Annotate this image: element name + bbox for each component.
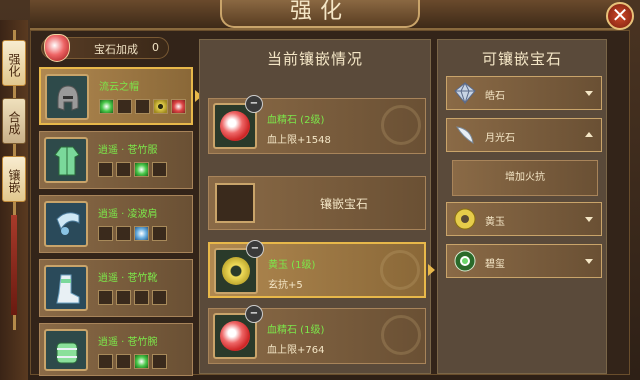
gem-dropdown-moonstone[interactable]: 月光石 — [446, 118, 602, 152]
available-gems-title: 可镶嵌宝石 — [481, 50, 562, 68]
robe-icon — [44, 137, 88, 183]
tassel-decoration — [11, 215, 17, 315]
slot-icon — [98, 354, 113, 369]
gem-dropdown-tourmaline[interactable]: 碧玺 — [446, 244, 602, 278]
slot-icon — [171, 99, 186, 114]
slot-icon — [134, 354, 149, 369]
chevron-down-icon — [585, 217, 593, 222]
gem-name: 黄玉 (1级) — [268, 260, 316, 271]
gem-dropdown-label: 黄玉 — [485, 217, 505, 228]
slot-icon — [152, 290, 167, 305]
gem-name: 血精石 (2级) — [267, 115, 325, 126]
remove-gem-button[interactable]: − — [245, 95, 263, 113]
inlay-slot-4[interactable]: − 血精石 (1级) 血上限+764 — [208, 305, 426, 364]
bracer-icon — [44, 329, 88, 371]
swirl-decoration — [380, 250, 420, 290]
swirl-decoration — [381, 105, 421, 145]
empty-slot-icon — [215, 183, 255, 223]
slot-icon — [134, 162, 149, 177]
moonstone-option-fire-resist[interactable]: 增加火抗 — [452, 160, 598, 196]
slot-icon — [98, 162, 113, 177]
moonstone-icon — [456, 126, 474, 144]
slot-icon — [135, 99, 150, 114]
gem-bonus-label: 宝石加成 — [94, 43, 138, 56]
gem-stat: 玄抗+5 — [268, 280, 303, 291]
chevron-down-icon — [585, 259, 593, 264]
slot-icon — [98, 226, 113, 241]
available-gems-panel: 可镶嵌宝石 皓石 月光石 增加火抗 黄玉 碧玺 — [437, 39, 607, 374]
tab-combine[interactable]: 合成 — [2, 98, 26, 144]
gem-stat: 血上限+1548 — [267, 135, 331, 146]
equip-item-shoulder[interactable]: 逍遥 · 凌波肩 — [39, 195, 193, 253]
close-button[interactable]: ✕ — [606, 2, 634, 30]
tab-inlay[interactable]: 镶嵌 — [2, 156, 26, 202]
gem-shape — [220, 321, 250, 351]
gem-dropdown-label: 碧玺 — [485, 259, 505, 270]
chevron-down-icon — [585, 91, 593, 96]
remove-gem-button[interactable]: − — [246, 240, 264, 258]
current-inlay-panel: 当前镶嵌情况 − 血精石 (2级) 血上限+1548 镶嵌宝石 − 黄玉 (1级… — [199, 39, 435, 374]
slot-icon — [116, 354, 131, 369]
tourmaline-icon — [454, 250, 476, 272]
equip-name: 逍遥 · 苍竹腕 — [98, 337, 158, 348]
slot-icon — [98, 290, 113, 305]
equip-name: 逍遥 · 苍竹靴 — [98, 273, 158, 284]
equip-item-robe[interactable]: 逍遥 · 苍竹服 — [39, 131, 193, 189]
swirl-decoration — [381, 315, 421, 355]
current-inlay-title: 当前镶嵌情况 — [266, 50, 363, 68]
equip-item-hat[interactable]: 流云之帽 — [39, 67, 193, 125]
shoulder-icon — [44, 201, 88, 247]
gem-shape — [222, 257, 250, 285]
title-plate: 强化 — [220, 0, 420, 28]
inlay-slot-3[interactable]: − 黄玉 (1级) 玄抗+5 — [208, 240, 426, 298]
gem-name: 血精石 (1级) — [267, 325, 325, 336]
slot-icon — [116, 226, 131, 241]
ruby-icon — [44, 34, 70, 62]
boots-icon — [44, 265, 88, 311]
equip-item-bracer[interactable]: 逍遥 · 苍竹腕 — [39, 323, 193, 376]
inlay-gem-label: 镶嵌宝石 — [319, 197, 368, 211]
gem-dropdown-haoshi[interactable]: 皓石 — [446, 76, 602, 110]
remove-gem-button[interactable]: − — [245, 305, 263, 323]
gem-bonus-value: 0 — [152, 41, 159, 54]
gem-stat: 血上限+764 — [267, 345, 325, 356]
gem-dropdown-topaz[interactable]: 黄玉 — [446, 202, 602, 236]
slot-icon — [116, 162, 131, 177]
jade-ring-icon — [454, 208, 476, 230]
slot-icon — [116, 290, 131, 305]
chevron-up-icon — [585, 132, 593, 137]
selected-arrow-icon — [428, 264, 435, 276]
equip-slots — [98, 290, 167, 305]
main-panel: 宝石加成 0 流云之帽 逍遥 · 苍竹服 逍遥 · 凌波肩 逍遥 · 苍竹靴 逍… — [30, 30, 630, 376]
slot-icon — [134, 226, 149, 241]
gem-dropdown-label: 月光石 — [485, 133, 515, 144]
inlay-slot-1[interactable]: − 血精石 (2级) 血上限+1548 — [208, 95, 426, 154]
slot-icon — [152, 354, 167, 369]
equip-name: 逍遥 · 凌波肩 — [98, 209, 158, 220]
equip-item-boots[interactable]: 逍遥 · 苍竹靴 — [39, 259, 193, 317]
slot-icon — [134, 290, 149, 305]
slot-icon — [99, 99, 114, 114]
equip-name: 逍遥 · 苍竹服 — [98, 145, 158, 156]
gem-dropdown-label: 皓石 — [485, 91, 505, 102]
gem-bonus-bar: 宝石加成 0 — [41, 34, 169, 62]
equipment-list: 宝石加成 0 流云之帽 逍遥 · 苍竹服 逍遥 · 凌波肩 逍遥 · 苍竹靴 逍… — [35, 31, 202, 376]
gem-shape — [220, 111, 250, 141]
equip-slots — [98, 354, 167, 369]
equip-slots — [98, 162, 167, 177]
slot-icon — [152, 162, 167, 177]
slot-icon — [153, 99, 168, 114]
window-title: 强化 — [289, 0, 350, 24]
slot-icon — [117, 99, 132, 114]
inlay-slot-empty[interactable]: 镶嵌宝石 — [208, 176, 426, 230]
helmet-icon — [45, 74, 89, 120]
tab-strengthen[interactable]: 强化 — [2, 40, 26, 86]
equip-slots — [99, 99, 186, 114]
diamond-gem-icon — [454, 81, 476, 105]
equip-slots — [98, 226, 167, 241]
equip-name: 流云之帽 — [99, 82, 139, 93]
slot-icon — [152, 226, 167, 241]
